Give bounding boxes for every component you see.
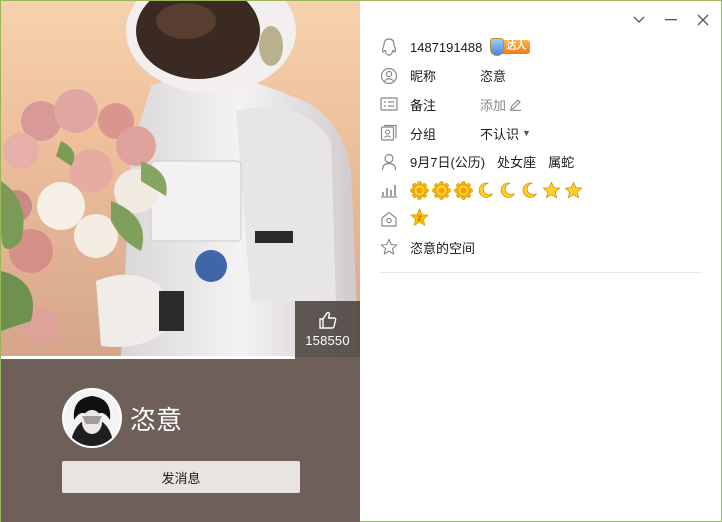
star-badge-icon[interactable]: Z [410,207,429,230]
zodiac: 处女座 [497,155,537,171]
svg-text:Z: Z [417,214,422,222]
group-dropdown[interactable]: 不认识 ▼ [480,124,531,143]
moon-level-icon [500,182,515,198]
moon-level-icon [522,182,537,198]
nickname-row: 昵称 恣意 [379,62,699,91]
group-row: 分组 不认识 ▼ [379,119,699,148]
sun-level-icon [410,180,429,200]
qq-level-icons[interactable] [410,180,583,200]
contacts-icon [379,123,399,143]
vip-badge[interactable]: 达人 [490,38,531,57]
sun-level-icon [432,180,451,200]
group-value: 不认识 [480,126,520,142]
like-button[interactable]: 158550 [295,301,360,357]
info-divider [379,271,702,273]
profile-left-panel: 158550 恣意 发消息 [1,1,360,522]
remark-row: 备注 添加 [379,90,699,119]
like-count: 158550 [305,332,350,348]
remark-label: 备注 [410,97,437,113]
user-circle-icon [379,66,399,86]
avatar-image [64,390,120,446]
birthday-row: 9月7日(公历) 处女座 属蛇 [379,147,699,176]
profile-nickname: 恣意 [130,404,183,435]
profile-header: 恣意 [62,388,182,448]
nickname-value: 恣意 [480,69,507,85]
sun-level-icon [454,180,473,200]
chinese-zodiac: 属蛇 [548,155,575,171]
cover-divider [1,356,295,359]
space-row: 恣意的空间 [379,233,699,262]
profile-window: 158550 恣意 发消息 1487191488 达人 昵称 恣意 备注 添加 … [0,0,722,522]
minimize-icon[interactable] [663,12,679,28]
thumbs-up-icon [318,311,336,329]
edit-pencil-icon [510,99,522,111]
nickname-label: 昵称 [410,69,437,85]
penguin-icon [379,37,399,57]
star-level-icon [564,181,583,199]
birthday: 9月7日(公历) [410,155,486,171]
member-row: Z [379,205,699,234]
person-icon [379,152,399,172]
chevron-down-icon[interactable] [631,12,647,28]
qq-number-row: 1487191488 达人 [379,33,699,62]
level-chart-icon [379,180,399,200]
id-card-icon [379,94,399,114]
add-remark-link[interactable]: 添加 [480,95,522,114]
moon-level-icon [478,182,493,198]
vip-badge-label: 达人 [502,40,531,55]
qzone-link[interactable]: 恣意的空间 [410,238,475,257]
caret-down-icon: ▼ [522,128,531,139]
gem-icon [490,38,505,57]
level-row [379,176,699,205]
profile-info: 1487191488 达人 昵称 恣意 备注 添加 分组 不认识 ▼ 9月7日(… [379,33,702,273]
close-icon[interactable] [695,12,711,28]
avatar[interactable] [62,388,122,448]
add-remark-label: 添加 [480,97,507,113]
star-level-icon [542,181,561,199]
send-message-button[interactable]: 发消息 [62,461,300,493]
qq-number: 1487191488 [410,39,483,55]
home-icon [379,209,399,229]
star-outline-icon [379,237,399,257]
group-label: 分组 [410,126,437,142]
